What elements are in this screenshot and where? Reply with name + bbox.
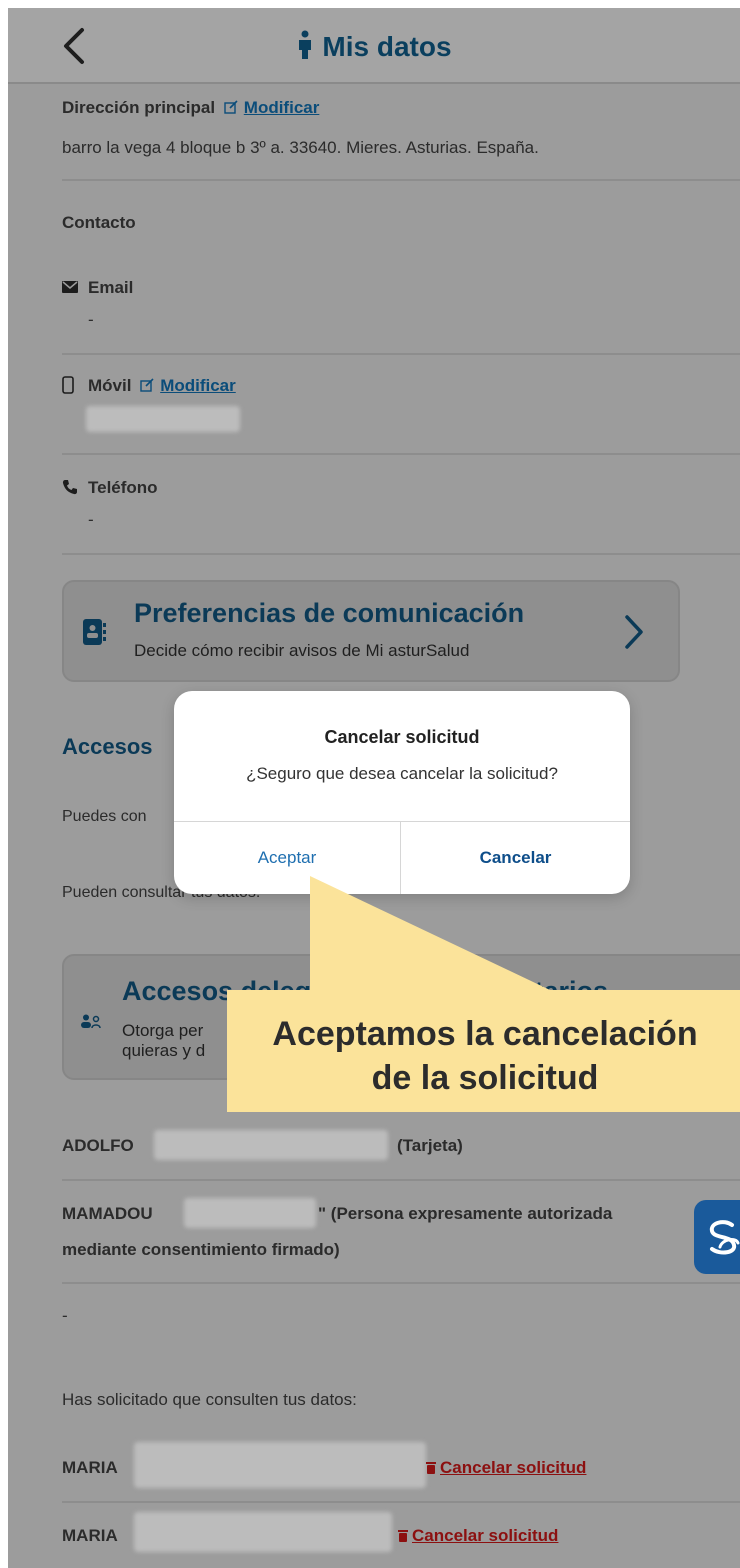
address-modify-link[interactable]: Modificar bbox=[244, 98, 320, 117]
email-label: Email bbox=[88, 278, 134, 297]
email-value: - bbox=[88, 310, 94, 329]
mobile-label: Móvil bbox=[88, 376, 132, 395]
cancel-request-label[interactable]: Cancelar solicitud bbox=[440, 1458, 586, 1477]
phone-icon bbox=[62, 480, 77, 495]
dialog-cancel-button[interactable]: Cancelar bbox=[401, 822, 630, 894]
request-name: MARIA bbox=[62, 1458, 118, 1477]
people-icon bbox=[81, 1014, 101, 1028]
authorized-type: (Tarjeta) bbox=[397, 1136, 463, 1155]
accesses-line: Puedes con bbox=[62, 808, 147, 825]
edit-icon bbox=[224, 100, 238, 114]
divider bbox=[62, 1501, 740, 1503]
phone-row: Teléfono bbox=[62, 478, 158, 498]
divider bbox=[62, 1179, 740, 1181]
top-bar: Mis datos bbox=[8, 8, 740, 84]
address-row: Dirección principal Modificar bbox=[62, 98, 319, 118]
empty-value: - bbox=[62, 1306, 68, 1325]
cancel-request-label[interactable]: Cancelar solicitud bbox=[412, 1526, 558, 1545]
address-label: Dirección principal bbox=[62, 98, 216, 117]
contact-heading: Contacto bbox=[62, 213, 136, 232]
edit-icon bbox=[140, 378, 154, 392]
voluntary-access-title-left: Accesos deleg bbox=[122, 976, 312, 1006]
cancel-request-link[interactable]: Cancelar solicitud bbox=[398, 1526, 558, 1546]
preferences-title: Preferencias de comunicación bbox=[134, 598, 525, 628]
callout-text: Aceptamos la cancelación de la solicitud bbox=[230, 1012, 740, 1100]
phone-label: Teléfono bbox=[88, 478, 158, 497]
redacted-name bbox=[184, 1198, 316, 1228]
app-screen: Mis datos Dirección principal Modificar … bbox=[8, 8, 740, 1568]
divider bbox=[62, 179, 740, 181]
phone-value: - bbox=[88, 510, 94, 529]
authorized-type-continued: mediante consentimiento firmado) bbox=[62, 1240, 340, 1259]
chevron-right-icon bbox=[625, 615, 643, 649]
confirm-dialog: Cancelar solicitud ¿Seguro que desea can… bbox=[174, 691, 630, 894]
redacted-name bbox=[134, 1442, 426, 1488]
person-icon bbox=[299, 30, 312, 59]
assistant-fab[interactable] bbox=[694, 1200, 740, 1274]
page-title-text: Mis datos bbox=[322, 31, 452, 62]
mobile-modify-link[interactable]: Modificar bbox=[160, 376, 236, 395]
requested-intro: Has solicitado que consulten tus datos: bbox=[62, 1390, 357, 1409]
divider bbox=[62, 453, 740, 455]
redacted-name bbox=[154, 1130, 388, 1160]
request-name: MARIA bbox=[62, 1526, 118, 1545]
mobile-phone-icon bbox=[62, 376, 74, 394]
divider bbox=[62, 353, 740, 355]
divider bbox=[62, 553, 740, 555]
divider bbox=[62, 1282, 740, 1284]
address-value: barro la vega 4 bloque b 3º a. 33640. Mi… bbox=[62, 138, 539, 157]
preferences-card[interactable]: Preferencias de comunicación Decide cómo… bbox=[62, 580, 680, 682]
assistant-logo-icon bbox=[709, 1220, 740, 1255]
redacted-name bbox=[134, 1512, 392, 1552]
dialog-accept-button[interactable]: Aceptar bbox=[174, 822, 400, 894]
callout-line: de la solicitud bbox=[371, 1059, 599, 1097]
page-title: Mis datos bbox=[8, 30, 740, 63]
dialog-message: ¿Seguro que desea cancelar la solicitud? bbox=[246, 764, 558, 783]
voluntary-access-title-right: luntarios bbox=[494, 976, 609, 1006]
accesses-title: Accesos bbox=[62, 734, 153, 759]
authorized-name: MAMADOU bbox=[62, 1204, 153, 1223]
envelope-icon bbox=[62, 281, 78, 293]
authorized-type: " (Persona expresamente autorizada bbox=[318, 1204, 613, 1223]
voluntary-access-sub: quieras y d bbox=[122, 1041, 206, 1060]
cancel-request-link[interactable]: Cancelar solicitud bbox=[426, 1458, 586, 1478]
contact-book-icon bbox=[83, 619, 106, 645]
authorized-name: ADOLFO bbox=[62, 1136, 134, 1155]
voluntary-access-sub: Otorga per bbox=[122, 1021, 204, 1040]
callout-line: Aceptamos la cancelación bbox=[272, 1015, 698, 1053]
trash-icon bbox=[426, 1462, 436, 1474]
email-row: Email bbox=[62, 278, 133, 298]
trash-icon bbox=[398, 1530, 408, 1542]
preferences-subtitle: Decide cómo recibir avisos de Mi asturSa… bbox=[134, 641, 470, 660]
dialog-title: Cancelar solicitud bbox=[324, 727, 480, 747]
redacted-mobile-number bbox=[86, 406, 240, 432]
mobile-row: Móvil Modificar bbox=[62, 376, 236, 396]
